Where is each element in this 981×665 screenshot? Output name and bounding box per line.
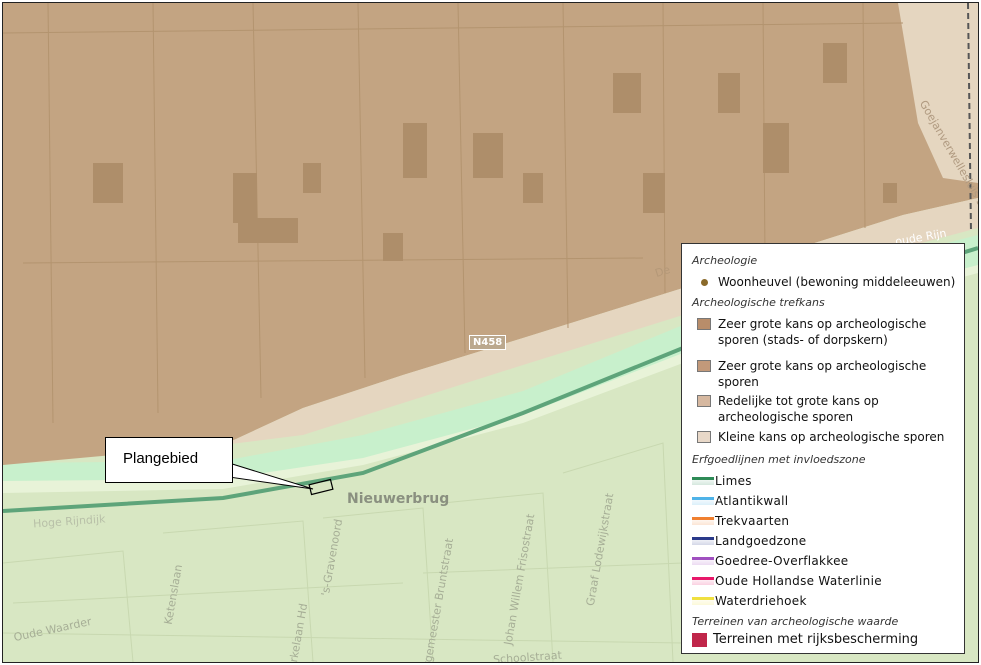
legend-item-label: Landgoedzone (715, 534, 807, 548)
road-number-badge: N458 (469, 335, 507, 350)
legend-item-label: Zeer grote kans op archeologische sporen… (718, 317, 927, 347)
legend-line-icon (692, 497, 714, 505)
legend-line-icon (692, 517, 714, 525)
legend-swatch-icon (697, 431, 711, 443)
legend-item-label: Woonheuvel (bewoning middeleeuwen) (718, 275, 956, 289)
map-legend: Archeologie Woonheuvel (bewoning middelee… (681, 243, 965, 654)
legend-swatch-icon (697, 360, 711, 372)
legend-swatch-icon (692, 633, 707, 647)
legend-line-icon (692, 557, 714, 565)
legend-line-icon (692, 597, 714, 605)
legend-heading: Archeologie (692, 254, 758, 267)
legend-heading: Terreinen van archeologische waarde (692, 615, 899, 628)
legend-line-icon (692, 577, 714, 585)
legend-item-label: Waterdriehoek (715, 594, 807, 608)
legend-item-label: Kleine kans op archeologische sporen (718, 430, 945, 444)
legend-item-label: Redelijke tot grote kans op archeologisc… (718, 394, 879, 424)
legend-swatch-icon (697, 395, 711, 407)
legend-line-icon (692, 477, 714, 485)
legend-item-label: Limes (715, 474, 752, 488)
callout-label: Plangebied (123, 450, 199, 467)
legend-item-label: Terreinen met rijksbescherming (713, 632, 919, 647)
legend-dot-icon (701, 279, 708, 286)
legend-heading: Archeologische trefkans (692, 296, 825, 309)
legend-item-label: Trekvaarten (715, 514, 790, 528)
place-label: Nieuwerbrug (347, 491, 450, 507)
legend-item-label: Oude Hollandse Waterlinie (715, 574, 882, 588)
legend-heading: Erfgoedlijnen met invloedszone (692, 453, 866, 466)
plan-area-callout: Plangebied (105, 437, 233, 483)
legend-line-icon (692, 537, 714, 545)
legend-swatch-icon (697, 318, 711, 330)
legend-item-label: Goedree-Overflakkee (715, 554, 849, 568)
legend-item-label: Zeer grote kans op archeologische sporen (718, 359, 927, 389)
legend-item-label: Atlantikwall (715, 494, 789, 508)
